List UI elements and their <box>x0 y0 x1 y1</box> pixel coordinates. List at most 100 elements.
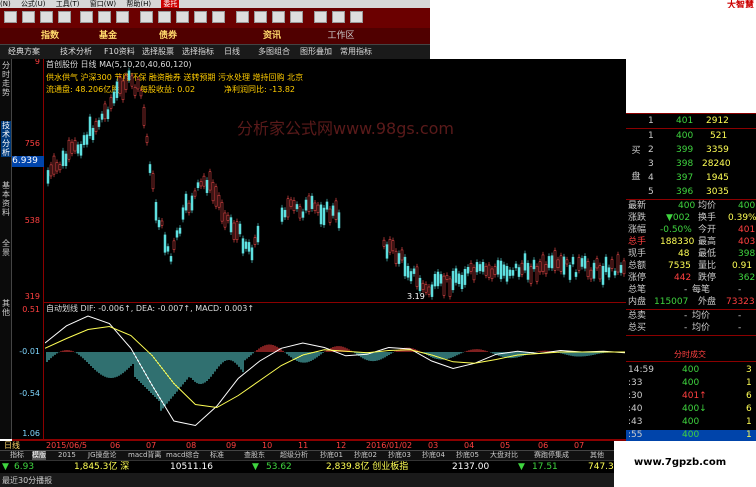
indicator-tab[interactable]: 其他 <box>590 451 604 460</box>
nav-item-index[interactable]: 指数 <box>30 30 70 42</box>
indicator-tab[interactable]: macd综合 <box>166 451 199 460</box>
sidebar-tab-other[interactable]: 其他 <box>1 299 11 317</box>
period-label[interactable]: 日线 <box>4 441 20 450</box>
indicator-tab[interactable]: 超级分析 <box>280 451 308 460</box>
candle <box>103 103 107 120</box>
candle <box>223 212 227 228</box>
sidebar-tab-technical[interactable]: 技术分析 <box>1 121 11 157</box>
candle <box>310 195 314 209</box>
menu-item[interactable]: 委托 <box>161 0 180 8</box>
toolbar-icon[interactable] <box>290 11 303 23</box>
candle <box>256 225 260 243</box>
toolbar-button[interactable]: 图形叠加 <box>300 46 332 58</box>
sidebar-tab-fundamentals[interactable]: 基本资料 <box>1 181 11 217</box>
indicator-tab[interactable]: 抄底03 <box>388 451 411 460</box>
indicator-tab[interactable]: 赛跑停集成 <box>534 451 569 460</box>
candle <box>88 116 92 136</box>
nav-item-workspace[interactable]: 工作区 <box>316 30 366 42</box>
candle <box>220 202 224 222</box>
toolbar-button[interactable]: 选择股票 <box>142 46 174 58</box>
toolbar-icon[interactable] <box>272 11 285 23</box>
candle <box>517 267 521 277</box>
date-label: 2015/06/5 <box>46 441 88 450</box>
kline-chart-panel[interactable]: 9 756 6.939 538 319 0.51 -0.01 -0.54 1.0… <box>12 59 626 441</box>
selected-trade-row[interactable]: :55 400 1 <box>626 430 756 441</box>
brand-area: 大智慧 <box>430 0 756 11</box>
toolbar-icon[interactable] <box>140 11 153 23</box>
candle <box>205 180 209 193</box>
indicator-tab[interactable]: 抄底01 <box>320 451 343 460</box>
candle <box>514 263 518 269</box>
trade-price: 400↓ <box>682 404 707 414</box>
menu-item[interactable]: (N) <box>0 0 11 8</box>
candle <box>133 86 137 96</box>
toolbar-icon[interactable] <box>116 11 129 23</box>
toolbar-icon[interactable] <box>58 11 71 23</box>
indicator-tab[interactable]: macd背离 <box>128 451 161 460</box>
date-label: 04 <box>464 441 475 450</box>
candle <box>619 264 623 273</box>
indicator-tab[interactable]: 查股东 <box>244 451 265 460</box>
toolbar-icon[interactable] <box>212 11 225 23</box>
indicator-tab[interactable]: 抄底02 <box>354 451 377 460</box>
trade-volume: 1 <box>746 430 752 440</box>
indicator-tab[interactable]: 大盘对比 <box>490 451 518 460</box>
toolbar-button[interactable]: F10资料 <box>104 46 135 58</box>
orderbook-level: 2 <box>648 145 654 155</box>
menu-item[interactable]: 窗口(W) <box>90 0 116 8</box>
toolbar-button[interactable]: 经典方案 <box>8 46 40 58</box>
indicator-tab[interactable]: 抄底05 <box>456 451 479 460</box>
stat-label: 跌停 <box>698 273 717 283</box>
candle <box>538 261 542 273</box>
toolbar-icon[interactable] <box>236 11 249 23</box>
nav-item-news[interactable]: 资讯 <box>252 30 292 42</box>
toolbar-icon[interactable] <box>22 11 35 23</box>
candle <box>463 269 467 285</box>
sidebar-tab-intraday[interactable]: 分时走势 <box>1 61 11 97</box>
toolbar-icon[interactable] <box>40 11 53 23</box>
trade-header[interactable]: 分时成交 <box>674 349 706 360</box>
indicator-tab[interactable]: 标准 <box>210 451 224 460</box>
candle <box>124 75 128 90</box>
candle <box>229 217 233 233</box>
orderbook-volume: 1945 <box>706 173 729 183</box>
toolbar-icon[interactable] <box>194 11 207 23</box>
candle <box>421 282 425 290</box>
toolbar-button[interactable]: 常用指标 <box>340 46 372 58</box>
toolbar-icon[interactable] <box>314 11 327 23</box>
indicator-tab[interactable]: JG操盘论 <box>88 451 117 460</box>
candle <box>607 267 611 278</box>
menu-item[interactable]: 帮助(H) <box>126 0 151 8</box>
toolbar-button[interactable]: 多图组合 <box>258 46 290 58</box>
toolbar-icon[interactable] <box>98 11 111 23</box>
trade-time: :33 <box>628 378 643 388</box>
toolbar-icon[interactable] <box>350 11 363 23</box>
candle <box>307 195 311 212</box>
toolbar-button[interactable]: 技术分析 <box>60 46 92 58</box>
toolbar-icon[interactable] <box>4 11 17 23</box>
indicator-tab[interactable]: 2015 <box>58 451 76 460</box>
status-text: 最近30分播报 <box>2 476 53 485</box>
indicator-tab[interactable]: 抄底04 <box>422 451 445 460</box>
nav-item-fund[interactable]: 基金 <box>88 30 128 42</box>
candle <box>424 284 428 293</box>
toolbar-icon[interactable] <box>80 11 93 23</box>
toolbar-button[interactable]: 日线 <box>224 46 240 58</box>
menu-item[interactable]: 公式(U) <box>21 0 46 8</box>
candle <box>559 255 563 272</box>
candle <box>130 75 134 87</box>
toolbar-icon[interactable] <box>176 11 189 23</box>
toolbar-icon[interactable] <box>158 11 171 23</box>
stat-label: 均价 <box>692 311 711 321</box>
nav-item-bond[interactable]: 债券 <box>148 30 188 42</box>
indicator-tab[interactable]: 模版 <box>32 451 46 460</box>
menu-item[interactable]: 工具(T) <box>56 0 80 8</box>
toolbar-button[interactable]: 选择指标 <box>182 46 214 58</box>
indicator-tab[interactable]: 指标 <box>10 451 24 460</box>
quote-panel: 买 盘 1 401 2912 1 400 521 2 399 3359 3 39… <box>626 113 756 441</box>
candle <box>49 164 53 177</box>
candle <box>295 204 299 210</box>
sidebar-tab-panorama[interactable]: 全景 <box>1 239 11 257</box>
toolbar-icon[interactable] <box>332 11 345 23</box>
toolbar-icon[interactable] <box>254 11 267 23</box>
